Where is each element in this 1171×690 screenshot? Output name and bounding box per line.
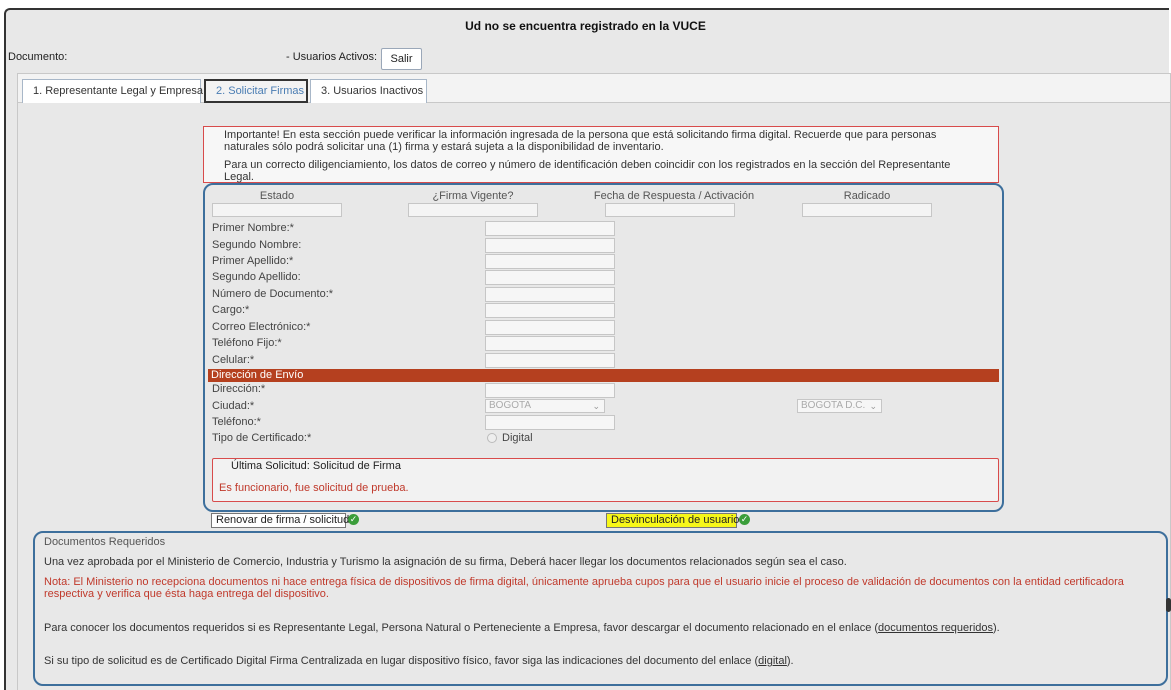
required-documents-intro: Una vez aprobada por el Ministerio de Co… [44, 556, 847, 568]
scrollbar-thumb[interactable] [1166, 598, 1171, 612]
notice-text-2: Para un correcto diligenciamiento, los d… [224, 159, 951, 183]
mobile-input[interactable] [485, 353, 615, 368]
digital-link[interactable]: digital [758, 655, 787, 667]
first-surname-label: Primer Apellido:* [212, 255, 294, 267]
status-field [212, 203, 342, 217]
first-surname-input[interactable] [485, 254, 615, 269]
check-circle-icon: ✓ [739, 514, 750, 525]
document-number-label: Número de Documento:* [212, 288, 334, 300]
document-label: Documento: [8, 51, 68, 63]
important-notice: Importante! En esta sección puede verifi… [203, 126, 999, 183]
first-name-input[interactable] [485, 221, 615, 236]
landline-input[interactable] [485, 336, 615, 351]
first-name-label: Primer Nombre:* [212, 222, 294, 234]
second-name-label: Segundo Nombre: [212, 239, 302, 251]
required-documents-title: Documentos Requeridos [44, 536, 166, 548]
department-select[interactable]: BOGOTA D.C. ⌄ [797, 399, 882, 413]
second-name-input[interactable] [485, 238, 615, 253]
email-label: Correo Electrónico:* [212, 321, 311, 333]
tab-request-signatures[interactable]: 2. Solicitar Firmas [204, 79, 308, 103]
second-surname-input[interactable] [485, 270, 615, 285]
position-input[interactable] [485, 303, 615, 318]
required-documents-download-text: Para conocer los documentos requeridos s… [44, 622, 1000, 634]
required-documents-link[interactable]: documentos requeridos [878, 622, 993, 634]
last-request-title: Última Solicitud: Solicitud de Firma [231, 460, 401, 472]
document-number-input[interactable] [485, 287, 615, 302]
tab-legal-representative[interactable]: 1. Representante Legal y Empresa [22, 79, 203, 103]
response-date-field [605, 203, 735, 217]
column-header-status: Estado [259, 190, 295, 202]
column-header-radicado: Radicado [843, 190, 891, 202]
exit-button[interactable]: Salir [381, 48, 422, 70]
page-title: Ud no se encuentra registrado en la VUCE [465, 19, 706, 33]
position-label: Cargo:* [212, 304, 250, 316]
required-documents-note: Nota: El Ministerio no recepciona docume… [44, 576, 1124, 600]
valid-signature-field [408, 203, 538, 217]
department-select-value: BOGOTA D.C. [801, 400, 866, 411]
chevron-down-icon: ⌄ [592, 401, 600, 411]
city-select-value: BOGOTA [489, 400, 532, 411]
digital-certificate-text: Si su tipo de solicitud es de Certificad… [44, 655, 794, 667]
radicado-field [802, 203, 932, 217]
second-surname-label: Segundo Apellido: [212, 271, 301, 283]
email-input[interactable] [485, 320, 615, 335]
column-header-valid-signature: ¿Firma Vigente? [432, 190, 514, 202]
address-label: Dirección:* [212, 383, 266, 395]
digital-text-prefix: Si su tipo de solicitud es de Certificad… [44, 655, 759, 667]
digital-text-suffix: ). [786, 655, 794, 667]
notice-text-1: Importante! En esta sección puede verifi… [224, 129, 937, 153]
certificate-type-label: Tipo de Certificado:* [212, 432, 312, 444]
phone-input[interactable] [485, 415, 615, 430]
certificate-digital-radio[interactable] [487, 433, 497, 443]
last-request-text: Es funcionario, fue solicitud de prueba. [219, 482, 409, 494]
phone-label: Teléfono:* [212, 416, 261, 428]
check-circle-icon: ✓ [348, 514, 359, 525]
unlink-user-button[interactable]: Desvinculación de usuario [606, 513, 739, 528]
city-label: Ciudad:* [212, 400, 255, 412]
renew-signature-button[interactable]: Renovar de firma / solicitud [211, 513, 349, 528]
address-input[interactable] [485, 383, 615, 398]
chevron-down-icon: ⌄ [869, 401, 877, 411]
tab-bar: 1. Representante Legal y Empresa 2. Soli… [17, 73, 1171, 103]
active-users-count: - Usuarios Activos: 1 [286, 51, 387, 63]
certificate-digital-label: Digital [502, 432, 533, 444]
landline-label: Teléfono Fijo:* [212, 337, 282, 349]
shipping-section-header: Dirección de Envío [208, 369, 999, 382]
column-header-response-date: Fecha de Respuesta / Activación [593, 190, 755, 202]
download-text-suffix: ). [993, 622, 1000, 634]
tab-inactive-users[interactable]: 3. Usuarios Inactivos [310, 79, 427, 103]
mobile-label: Celular:* [212, 354, 255, 366]
city-select[interactable]: BOGOTA ⌄ [485, 399, 605, 413]
download-text-prefix: Para conocer los documentos requeridos s… [44, 622, 879, 634]
